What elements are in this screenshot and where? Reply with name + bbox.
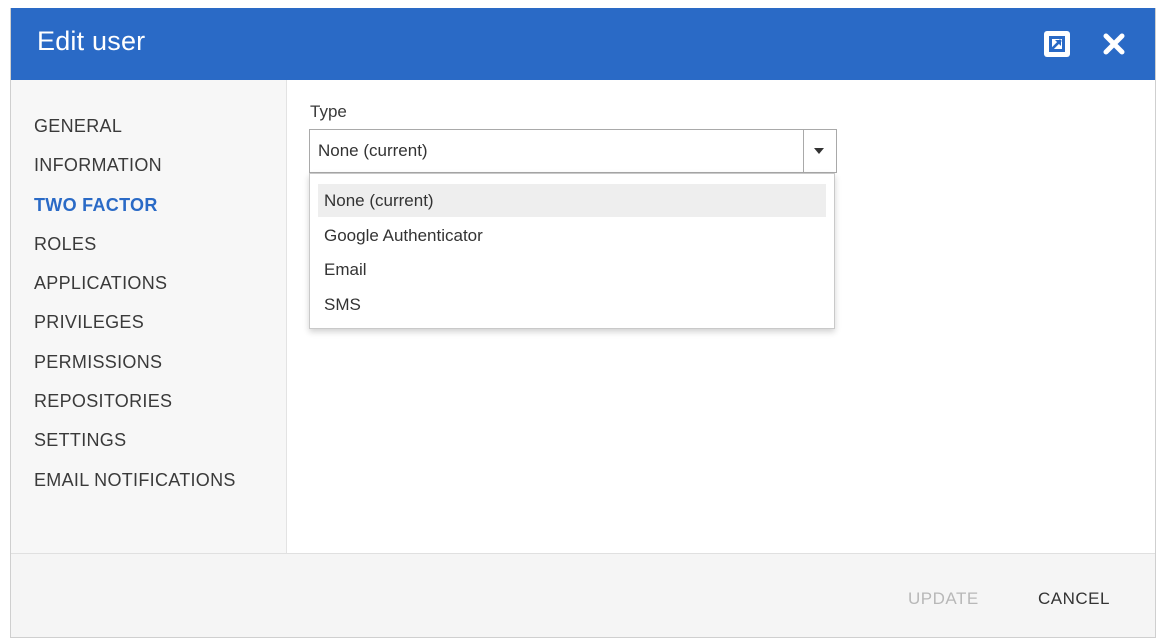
sidebar-item-privileges[interactable]: PRIVILEGES — [34, 309, 236, 348]
type-option-none[interactable]: None (current) — [318, 184, 826, 217]
update-button[interactable]: UPDATE — [908, 589, 979, 609]
maximize-button[interactable] — [1041, 28, 1073, 60]
sidebar-item-general[interactable]: GENERAL — [34, 113, 236, 152]
sidebar-item-permissions[interactable]: PERMISSIONS — [34, 349, 236, 388]
type-option-sms[interactable]: SMS — [318, 288, 826, 321]
sidebar-item-information[interactable]: INFORMATION — [34, 152, 236, 191]
sidebar-item-applications[interactable]: APPLICATIONS — [34, 270, 236, 309]
sidebar-nav: GENERAL INFORMATION TWO FACTOR ROLES APP… — [34, 113, 236, 506]
type-option-email[interactable]: Email — [318, 253, 826, 286]
sidebar-item-roles[interactable]: ROLES — [34, 231, 236, 270]
sidebar-item-repositories[interactable]: REPOSITORIES — [34, 388, 236, 427]
type-option-google-authenticator[interactable]: Google Authenticator — [318, 219, 826, 252]
dialog-header: Edit user — [11, 8, 1155, 80]
maximize-icon — [1044, 31, 1070, 57]
edit-user-dialog: Edit user GENERAL INFORMATION TWO FACTOR… — [10, 8, 1156, 638]
type-dropdown-menu: None (current) Google Authenticator Emai… — [309, 173, 835, 329]
caret-down-icon — [814, 148, 824, 154]
type-select[interactable]: None (current) — [309, 129, 837, 173]
close-button[interactable] — [1098, 28, 1130, 60]
dialog-body: GENERAL INFORMATION TWO FACTOR ROLES APP… — [11, 80, 1155, 553]
dialog-footer: UPDATE CANCEL — [11, 553, 1155, 637]
dialog-title: Edit user — [37, 26, 146, 56]
type-select-value: None (current) — [318, 141, 428, 160]
cancel-button[interactable]: CANCEL — [1038, 589, 1110, 609]
close-icon — [1103, 33, 1125, 55]
sidebar-item-email-notifications[interactable]: EMAIL NOTIFICATIONS — [34, 467, 236, 506]
sidebar: GENERAL INFORMATION TWO FACTOR ROLES APP… — [11, 80, 287, 553]
type-label: Type — [310, 102, 347, 121]
content-panel: Type None (current) None (current) Googl… — [287, 80, 1155, 553]
sidebar-item-two-factor[interactable]: TWO FACTOR — [34, 192, 236, 231]
sidebar-item-settings[interactable]: SETTINGS — [34, 427, 236, 466]
type-select-toggle[interactable] — [803, 130, 836, 172]
